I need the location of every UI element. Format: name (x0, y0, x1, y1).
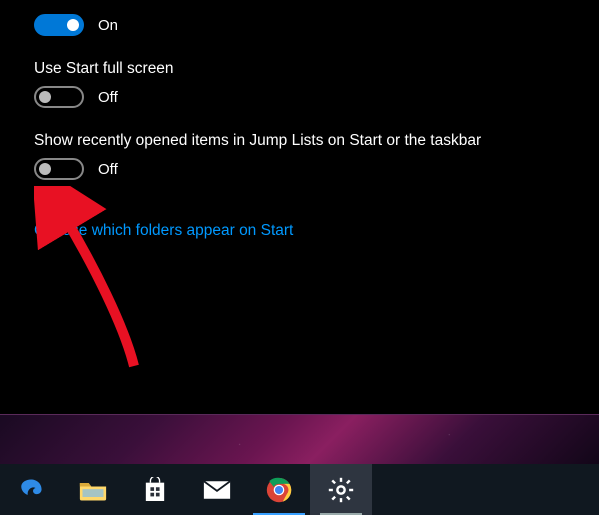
setting-label-jumplists: Show recently opened items in Jump Lists… (34, 132, 565, 150)
store-icon (144, 477, 166, 503)
annotation-arrow-icon (34, 186, 144, 376)
setting-row-fullscreen: Off (34, 86, 565, 108)
choose-folders-link[interactable]: Choose which folders appear on Start (34, 222, 293, 240)
setting-row-suggestions: On (34, 14, 565, 36)
edge-icon (18, 477, 44, 503)
toggle-state-jumplists: Off (98, 161, 118, 178)
taskbar-item-mail[interactable] (186, 464, 248, 515)
taskbar-item-settings[interactable] (310, 464, 372, 515)
taskbar-item-explorer[interactable] (62, 464, 124, 515)
desktop-wallpaper-strip (0, 414, 599, 464)
toggle-state-fullscreen: Off (98, 89, 118, 106)
gear-icon (328, 477, 354, 503)
toggle-state-suggestions: On (98, 17, 118, 34)
folder-icon (79, 479, 107, 501)
setting-label-fullscreen: Use Start full screen (34, 60, 565, 78)
settings-panel: Occasionally show suggestions in Start O… (0, 0, 599, 414)
mail-icon (203, 480, 231, 500)
taskbar-item-chrome[interactable] (248, 464, 310, 515)
toggle-suggestions[interactable] (34, 14, 84, 36)
chrome-icon (266, 477, 292, 503)
setting-row-jumplists: Off (34, 158, 565, 180)
taskbar (0, 464, 599, 515)
taskbar-item-store[interactable] (124, 464, 186, 515)
toggle-jumplists[interactable] (34, 158, 84, 180)
toggle-fullscreen[interactable] (34, 86, 84, 108)
taskbar-item-edge[interactable] (0, 464, 62, 515)
